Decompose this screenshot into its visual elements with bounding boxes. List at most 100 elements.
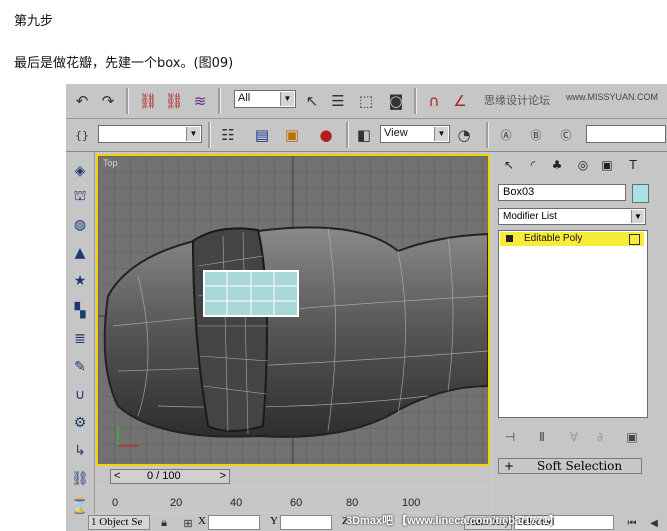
y-coord-label: Y — [270, 515, 278, 527]
teapot-icon[interactable]: ⛫ — [68, 186, 92, 208]
left-tool-column: ◈ ⛫ ◍ ▲ ★ ▚ ≣ ✎ ∪ ⚙ ↳ ⛓ ⌛ — [66, 152, 95, 531]
render-a-icon[interactable]: Ⓐ — [494, 123, 518, 147]
time-slider-bar: < 0 / 100 > — [96, 468, 490, 486]
window-crossing-icon[interactable]: ◙ — [384, 89, 408, 113]
toolbar-separator — [486, 122, 489, 148]
angle-snap-icon[interactable]: ∠ — [448, 89, 472, 113]
tick-label: 100 — [402, 497, 421, 509]
star-icon[interactable]: ★ — [68, 270, 92, 292]
snaps-toggle-icon[interactable]: ∩ — [422, 89, 446, 113]
reference-coord-value: View — [384, 127, 408, 139]
box-primitive-icon[interactable]: ◈ — [68, 160, 92, 182]
create-tab-icon[interactable]: ↖ — [498, 154, 520, 176]
x-coord-field[interactable] — [208, 515, 260, 530]
go-to-start-icon[interactable]: ⏮ — [620, 511, 644, 531]
link-icon[interactable]: ⛓ — [136, 89, 160, 113]
motion-tab-icon[interactable]: ◎ — [572, 154, 594, 176]
bind-space-warp-icon[interactable]: ≋ — [188, 89, 212, 113]
stack-item-label: Editable Poly — [524, 233, 583, 244]
3dsmax-screenshot: ↶ ↷ ⛓ ⛓ ≋ All ▼ ↖ ☰ ⬚ ◙ ∩ ∠ 思缘设计论坛 www.M… — [66, 84, 667, 531]
command-panel-tabs: ↖ ◜ ♣ ◎ ▣ T — [496, 154, 666, 178]
next-frame-button[interactable]: > — [220, 470, 226, 482]
secondary-toolbar: {} ▼ ☷ ▤ ▣ ● ◧ View ▼ ◔ Ⓐ Ⓑ Ⓒ — [66, 119, 667, 152]
track-bar[interactable]: 0 20 40 60 80 100 — [96, 488, 490, 512]
reference-coord-dropdown[interactable]: View ▼ — [380, 125, 450, 143]
remove-modifier-icon[interactable]: ∂ — [590, 428, 610, 446]
box03-object — [203, 270, 299, 317]
shoe-opening — [191, 227, 268, 432]
checker-icon[interactable]: ▚ — [68, 300, 92, 322]
extra-field[interactable] — [586, 125, 666, 143]
configure-sets-icon[interactable]: ▣ — [622, 428, 642, 446]
poly-cube-icon — [629, 234, 640, 245]
magnet-icon[interactable]: ∪ — [68, 384, 92, 406]
tick-label: 20 — [170, 497, 183, 509]
display-tab-icon[interactable]: ▣ — [596, 154, 618, 176]
pin-stack-icon[interactable]: ⊣ — [500, 428, 520, 446]
viewport-grid — [98, 156, 488, 464]
select-object-icon[interactable]: ↖ — [300, 89, 324, 113]
soft-selection-rollout[interactable]: + Soft Selection — [498, 458, 642, 474]
previous-key-icon[interactable]: ◀ — [642, 511, 666, 531]
unlink-icon[interactable]: ⛓ — [162, 89, 186, 113]
undo-icon[interactable]: ↶ — [70, 89, 94, 113]
track-view-icon[interactable]: ▤ — [250, 123, 274, 147]
toolbar-separator — [346, 122, 349, 148]
selection-filter-value: All — [238, 92, 251, 104]
chevron-down-icon: ▼ — [434, 127, 448, 141]
render-b-icon[interactable]: Ⓑ — [524, 123, 548, 147]
rollout-title: Soft Selection — [537, 459, 623, 473]
cone-icon[interactable]: ▲ — [68, 242, 92, 264]
toolbar-separator — [218, 88, 221, 114]
y-coord-field[interactable] — [280, 515, 332, 530]
step-title: 第九步 — [14, 14, 54, 29]
quick-render-icon[interactable]: ◔ — [452, 123, 476, 147]
time-slider[interactable]: < 0 / 100 > — [110, 469, 230, 484]
sphere-icon[interactable]: ◍ — [68, 214, 92, 236]
viewport-label[interactable]: Top — [103, 158, 118, 168]
watermark-bottom: 3Dmax吧 【www.lineca.com/tieba/1771】 — [346, 515, 560, 527]
tick-label: 40 — [230, 497, 243, 509]
named-selection-dropdown[interactable]: ▼ — [98, 125, 202, 143]
command-panel: ↖ ◜ ♣ ◎ ▣ T Box03 Modifier List ▼ Editab… — [494, 152, 667, 531]
gear-icon[interactable]: ⚙ — [68, 412, 92, 434]
lock-selection-icon[interactable]: 🔒︎ — [152, 511, 176, 531]
utilities-tab-icon[interactable]: T — [622, 154, 644, 176]
redo-icon[interactable]: ↷ — [96, 89, 120, 113]
render-scene-icon[interactable]: ◧ — [352, 123, 376, 147]
main-toolbar: ↶ ↷ ⛓ ⛓ ≋ All ▼ ↖ ☰ ⬚ ◙ ∩ ∠ 思缘设计论坛 www.M… — [66, 84, 667, 119]
prev-frame-button[interactable]: < — [114, 470, 120, 482]
layers-icon[interactable]: ≣ — [68, 328, 92, 350]
schematic-view-icon[interactable]: ▣ — [280, 123, 304, 147]
chevron-down-icon: ▼ — [631, 210, 644, 223]
selection-count: 1 Object Se — [88, 515, 150, 530]
rectangular-selection-icon[interactable]: ⬚ — [354, 89, 378, 113]
top-viewport[interactable]: Top — [96, 154, 490, 466]
show-end-result-icon[interactable]: Ⅱ — [532, 428, 552, 446]
watermark-forum: 思缘设计论坛 — [484, 95, 550, 107]
modify-tab-icon[interactable]: ◜ — [522, 154, 544, 176]
frame-display: 0 / 100 — [147, 470, 181, 482]
material-editor-icon[interactable]: ● — [314, 123, 338, 147]
tick-label: 60 — [290, 497, 303, 509]
rollout-expand-icon: + — [504, 459, 515, 473]
layer-manager-icon[interactable]: ☷ — [216, 123, 240, 147]
selection-filter-dropdown[interactable]: All ▼ — [234, 90, 296, 108]
stack-item-editable-poly[interactable]: Editable Poly — [500, 232, 644, 246]
chevron-down-icon: ▼ — [186, 127, 200, 141]
select-by-name-icon[interactable]: ☰ — [326, 89, 350, 113]
render-c-icon[interactable]: Ⓒ — [554, 123, 578, 147]
modifier-list-dropdown[interactable]: Modifier List ▼ — [498, 208, 646, 225]
absolute-mode-icon[interactable]: ⊞ — [176, 511, 200, 531]
named-selection-icon[interactable]: {} — [70, 123, 94, 147]
make-unique-icon[interactable]: ∀ — [564, 428, 584, 446]
object-name-field[interactable]: Box03 — [498, 184, 626, 201]
hierarchy-tab-icon[interactable]: ♣ — [546, 154, 568, 176]
link-object-icon[interactable]: ⛓ — [68, 468, 92, 490]
expand-icon[interactable] — [506, 235, 513, 242]
toolbar-separator — [126, 88, 129, 114]
stack-buttons: ⊣ Ⅱ ∀ ∂ ▣ — [498, 428, 646, 448]
pencil-icon[interactable]: ✎ — [68, 356, 92, 378]
arrow-icon[interactable]: ↳ — [68, 440, 92, 462]
object-color-swatch[interactable] — [632, 184, 649, 203]
